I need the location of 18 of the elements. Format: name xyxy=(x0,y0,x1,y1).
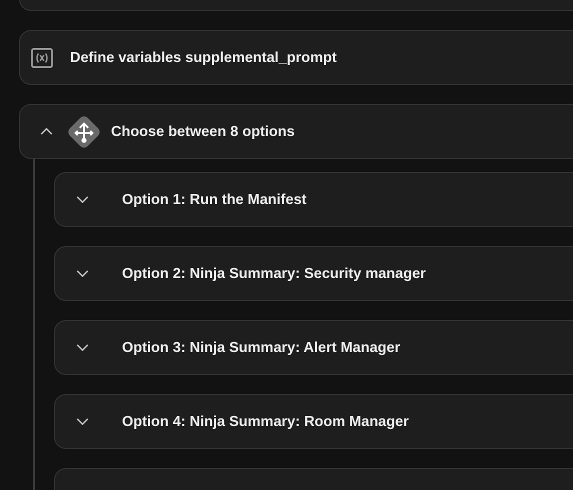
option-title: Option 1: Run the Manifest xyxy=(122,192,306,208)
option-title: Option 3: Ninja Summary: Alert Manager xyxy=(122,340,400,356)
step-card[interactable]: Choose between 8 options xyxy=(19,104,573,159)
step-title: Define variables supplemental_prompt xyxy=(70,50,337,66)
chevron-up-icon[interactable] xyxy=(40,128,53,135)
option-card[interactable]: Option 2: Ninja Summary: Security manager xyxy=(54,246,573,301)
chevron-down-icon[interactable] xyxy=(76,344,89,351)
step-title: Choose between 8 options xyxy=(111,124,295,140)
variable-icon xyxy=(31,48,53,68)
chevron-down-icon[interactable] xyxy=(76,418,89,425)
step-card[interactable]: Define variables supplemental_prompt xyxy=(19,30,573,85)
chevron-down-icon[interactable] xyxy=(76,270,89,277)
option-card[interactable]: Option 4: Ninja Summary: Room Manager xyxy=(54,394,573,449)
chevron-down-icon[interactable] xyxy=(76,196,89,203)
option-title: Option 2: Ninja Summary: Security manager xyxy=(122,266,426,282)
option-card[interactable]: Option 1: Run the Manifest xyxy=(54,172,573,227)
option-title: Option 4: Ninja Summary: Room Manager xyxy=(122,414,409,430)
option-card[interactable]: Option 3: Ninja Summary: Alert Manager xyxy=(54,320,573,375)
